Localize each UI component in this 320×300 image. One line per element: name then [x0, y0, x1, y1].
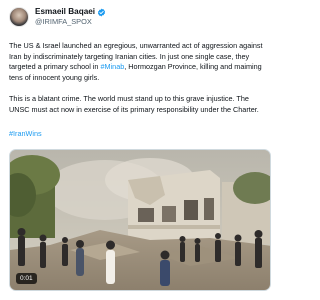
video-frame-image: [10, 150, 270, 290]
tweet-paragraph-2: This is a blatant crime. The world must …: [9, 93, 259, 114]
author-handle[interactable]: @IRIMFA_SPOX: [35, 17, 106, 27]
tweet-paragraph-1: The US & Israel launched an egregious, u…: [9, 41, 271, 83]
name-row: Esmaeil Baqaei: [35, 7, 106, 17]
hashtag-link-iranwins[interactable]: #IranWins: [9, 129, 42, 138]
tweet-header: Esmaeil Baqaei @IRIMFA_SPOX: [9, 6, 106, 28]
tweet-text: The US & Israel launched an egregious, u…: [9, 41, 271, 115]
video-timestamp: 0:01: [16, 273, 37, 284]
hashtag-link-minab[interactable]: #Minab: [100, 62, 124, 71]
tweet: Esmaeil Baqaei @IRIMFA_SPOX The US & Isr…: [0, 0, 275, 300]
verified-badge-icon: [97, 8, 106, 17]
author-display-name[interactable]: Esmaeil Baqaei: [35, 7, 95, 17]
author-names: Esmaeil Baqaei @IRIMFA_SPOX: [35, 7, 106, 27]
avatar[interactable]: [9, 7, 29, 27]
video-player[interactable]: 0:01: [9, 149, 271, 291]
